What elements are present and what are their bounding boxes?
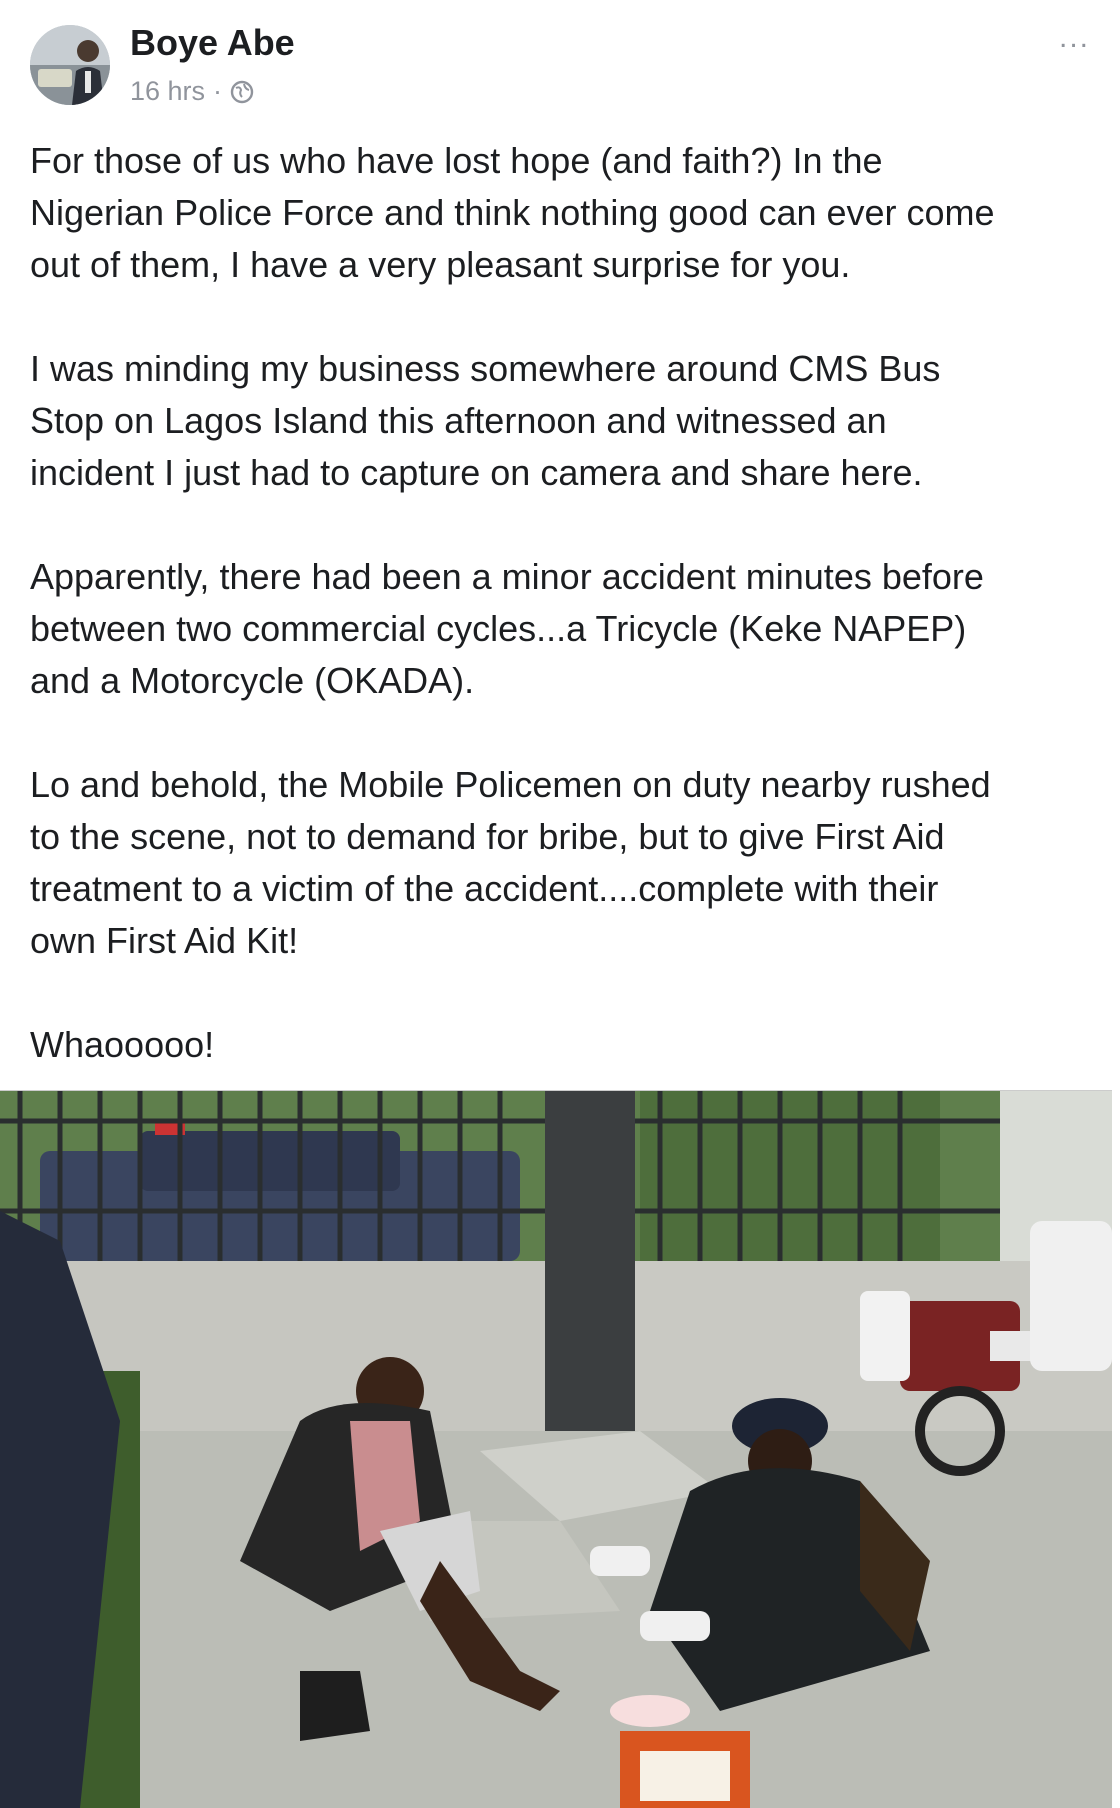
post-paragraph: Apparently, there had been a minor accid… <box>30 556 984 701</box>
facebook-post: Boye Abe 16 hrs · ... For those of us wh… <box>0 0 1120 1808</box>
post-header: Boye Abe 16 hrs · ... <box>30 20 1090 110</box>
author-name[interactable]: Boye Abe <box>130 22 295 64</box>
post-paragraph: I was minding my business somewhere arou… <box>30 348 941 493</box>
post-paragraph: Lo and behold, the Mobile Policemen on d… <box>30 764 991 961</box>
post-paragraph: Whaooooo! <box>30 1024 215 1065</box>
meta-separator: · <box>213 76 223 106</box>
post-meta: 16 hrs · <box>130 76 254 107</box>
author-avatar[interactable] <box>30 25 110 105</box>
post-paragraph: For those of us who have lost hope (and … <box>30 140 995 285</box>
globe-icon <box>230 80 254 104</box>
post-timestamp[interactable]: 16 hrs <box>130 76 205 107</box>
more-options-icon[interactable]: ... <box>1059 23 1090 53</box>
post-text: For those of us who have lost hope (and … <box>30 135 1090 1123</box>
post-photo[interactable] <box>0 1090 1112 1808</box>
